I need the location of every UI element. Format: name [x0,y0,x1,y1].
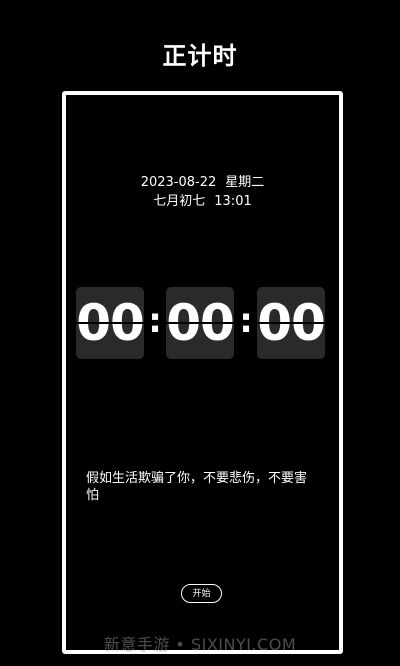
flip-divider [166,322,234,324]
lunar-date-line: 七月初七 13:01 [66,192,339,211]
lunar-date-text: 七月初七 [153,194,206,209]
motivational-quote: 假如生活欺骗了你，不要悲伤，不要害怕 [86,471,308,503]
minutes-card: 00 [166,287,234,359]
flip-divider [257,322,325,324]
time-separator: : [239,301,253,341]
weekday-text: 星期二 [225,175,265,190]
phone-preview-frame: 2023-08-22 星期二 七月初七 13:01 00 : 00 : 00 假如生… [62,91,343,654]
flip-clock: 00 : 00 : 00 [76,287,330,359]
flip-divider [76,322,144,324]
page-title: 正计时 [162,42,238,70]
time-text: 13:01 [214,194,252,209]
seconds-card: 00 [257,287,325,359]
start-button[interactable]: 开始 [181,584,222,603]
solar-date-line: 2023-08-22 星期二 [66,173,339,192]
time-separator: : [148,301,162,341]
date-text: 2023-08-22 [140,175,217,190]
watermark: 新意手游 • SIXINYI.COM [103,635,297,654]
hours-card: 00 [76,287,144,359]
date-time-display: 2023-08-22 星期二 七月初七 13:01 [66,173,339,211]
